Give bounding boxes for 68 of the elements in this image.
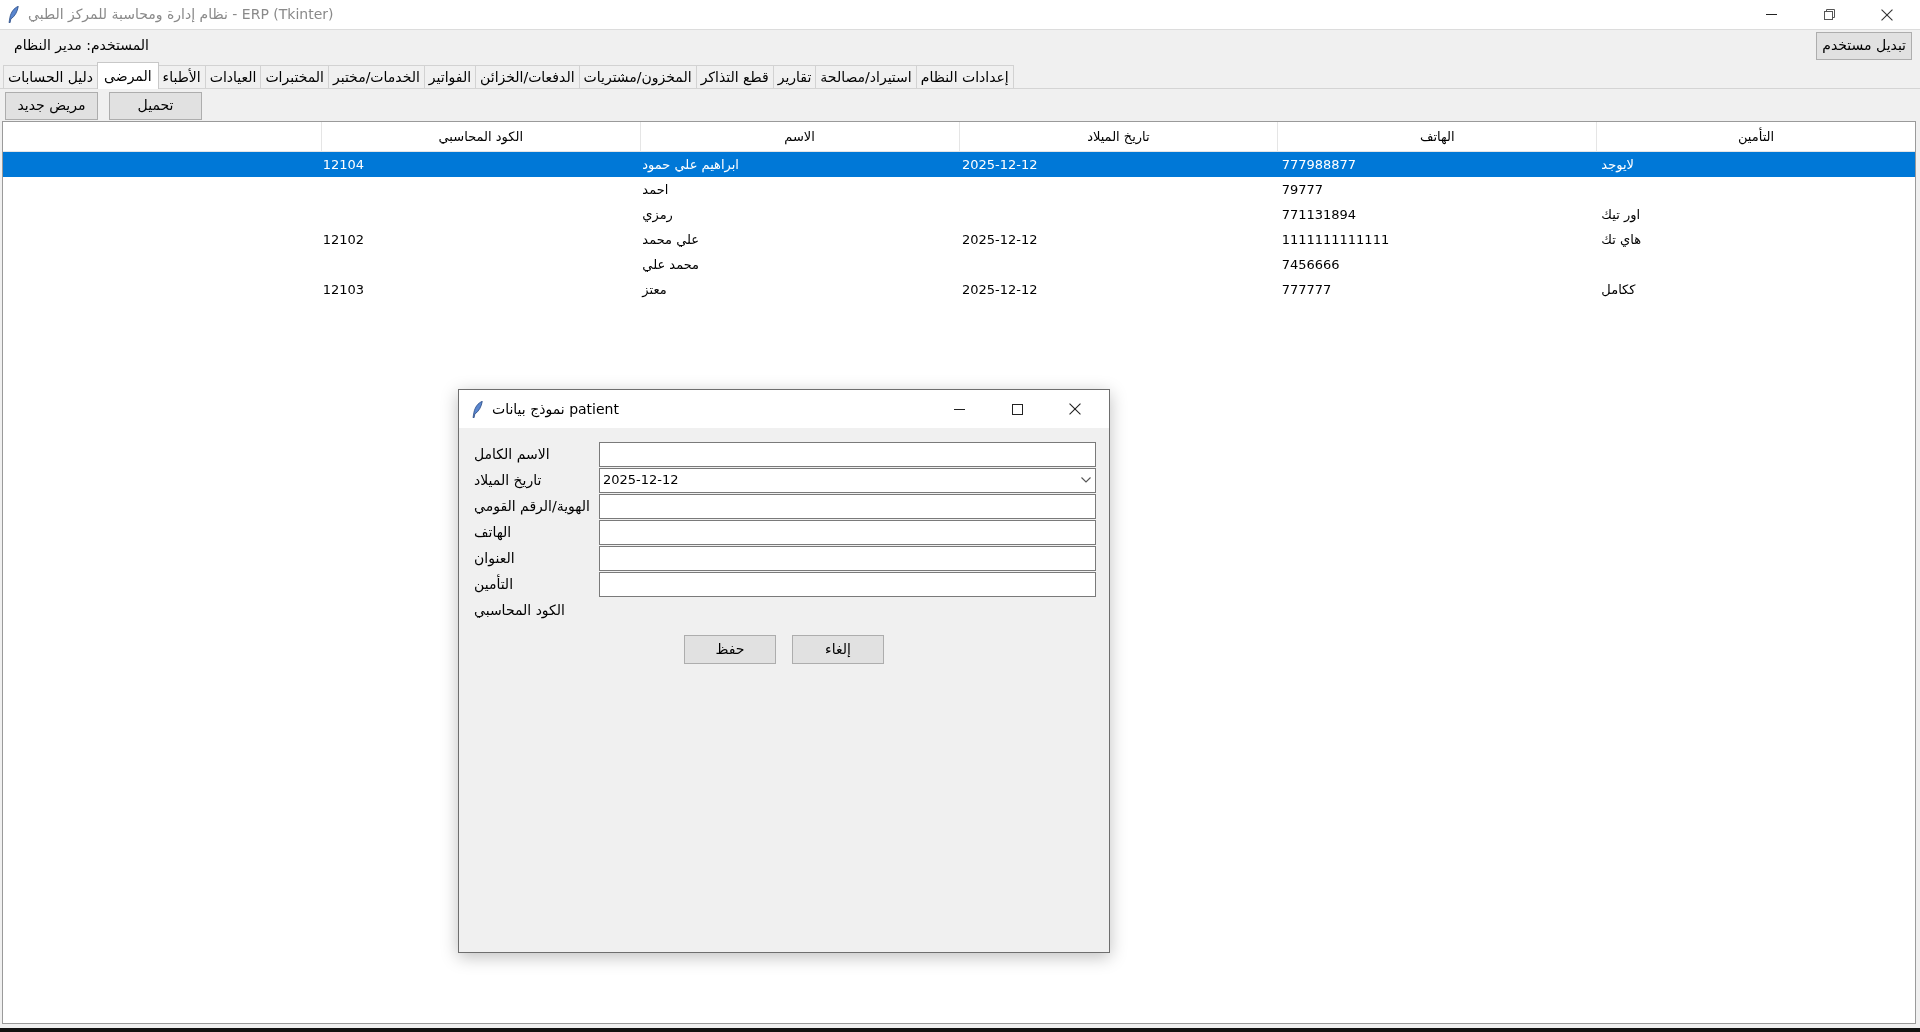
table-cell-text: محمد علي <box>642 255 700 274</box>
table-cell-text: 79777 <box>1281 180 1323 199</box>
field-label: العنوان <box>474 548 515 569</box>
table-cell-text: ابراهيم علي حمود <box>642 155 739 175</box>
input-field[interactable] <box>599 571 1096 597</box>
tab[interactable]: تقارير <box>772 65 817 88</box>
toolbar-button[interactable]: مريض جديد <box>5 91 98 120</box>
minimize-icon[interactable] <box>1765 14 1777 15</box>
toolbar-button[interactable]: تحميل <box>109 91 202 120</box>
table-cell-text: 2025-12-12 <box>962 230 1038 249</box>
field-label: التأمين <box>474 573 514 595</box>
table-cell-text: رمزي <box>642 205 673 225</box>
column-header[interactable]: الاسم <box>639 122 959 151</box>
close-icon[interactable] <box>1069 403 1081 415</box>
tab[interactable]: الخدمات/مختبر <box>327 65 425 88</box>
table-cell-text: 1111111111111 <box>1281 230 1390 249</box>
table-cell-text: 771131894 <box>1281 205 1357 224</box>
table-cell-text: 777988877 <box>1281 155 1357 174</box>
column-header[interactable]: تاريخ الميلاد <box>958 122 1278 151</box>
feather-icon <box>8 6 19 23</box>
table-cell-text: علي محمد <box>642 230 700 249</box>
close-icon[interactable] <box>1881 8 1893 21</box>
table-cell-text: 7456666 <box>1281 255 1340 274</box>
tab[interactable]: المختبرات <box>260 65 329 88</box>
switch-user-button[interactable]: تبديل مستخدم <box>1816 31 1912 60</box>
tab[interactable]: إعدادات النظام <box>915 65 1014 88</box>
column-header[interactable]: الكود المحاسبي <box>320 122 640 151</box>
field-label: الهاتف <box>474 522 512 543</box>
tab[interactable]: المرضى <box>97 62 159 89</box>
table-cell-text: احمد <box>642 180 669 199</box>
table-cell-text: 12102 <box>322 230 364 249</box>
field-label: الاسم الكامل <box>474 444 550 465</box>
table-cell-text: 777777 <box>1281 280 1332 299</box>
table-cell-text: 2025-12-12 <box>962 280 1038 299</box>
chevron-down-icon <box>1081 477 1091 483</box>
date-dropdown[interactable]: 2025-12-12 <box>599 467 1096 493</box>
dialog-button[interactable]: إلغاء <box>792 635 884 664</box>
restore-icon[interactable] <box>1823 9 1835 20</box>
window-title: نظام إدارة ومحاسبة للمركز الطبي - ERP (Tkinter) <box>28 5 334 25</box>
dialog-title: نموذج بيانات patient <box>492 399 619 420</box>
column-header[interactable]: الهاتف <box>1277 122 1597 151</box>
table-cell-text: 2025-12-12 <box>962 155 1038 174</box>
input-field[interactable] <box>599 545 1096 571</box>
dialog-button[interactable]: حفظ <box>684 635 776 664</box>
table-cell-text: ككامل <box>1601 280 1636 299</box>
column-header[interactable]: التأمين <box>1596 122 1915 151</box>
tab[interactable]: الفواتير <box>423 65 477 88</box>
feather-icon <box>472 400 483 418</box>
field-label: تاريخ الميلاد <box>474 470 542 491</box>
input-field[interactable] <box>599 519 1096 545</box>
input-field[interactable] <box>599 493 1096 519</box>
tab[interactable]: المخزون/مشتريات <box>578 65 697 88</box>
tab[interactable]: دليل الحسابات <box>3 65 99 88</box>
tab[interactable]: استيراد/مصالحة <box>815 65 917 88</box>
table-cell-text: 12104 <box>322 155 364 174</box>
table-cell-text: معتز <box>642 280 667 299</box>
tab[interactable]: قطع التذاكر <box>695 65 774 88</box>
table-cell-text: 12103 <box>322 280 364 299</box>
table-cell-text: لايوجد <box>1601 155 1634 175</box>
table-cell-text: اور تيك <box>1601 205 1641 225</box>
minimize-icon[interactable] <box>953 408 965 410</box>
user-label: المستخدم: مدير النظام <box>13 36 149 56</box>
field-label: الكود المحاسبي <box>474 600 565 621</box>
table-cell-text: هاي تك <box>1601 230 1642 249</box>
field-label: الهوية/الرقم القومي <box>474 496 590 517</box>
maximize-icon[interactable] <box>1011 403 1023 415</box>
tab[interactable]: الدفعات/الخزائن <box>475 65 580 88</box>
input-field[interactable] <box>599 441 1096 467</box>
